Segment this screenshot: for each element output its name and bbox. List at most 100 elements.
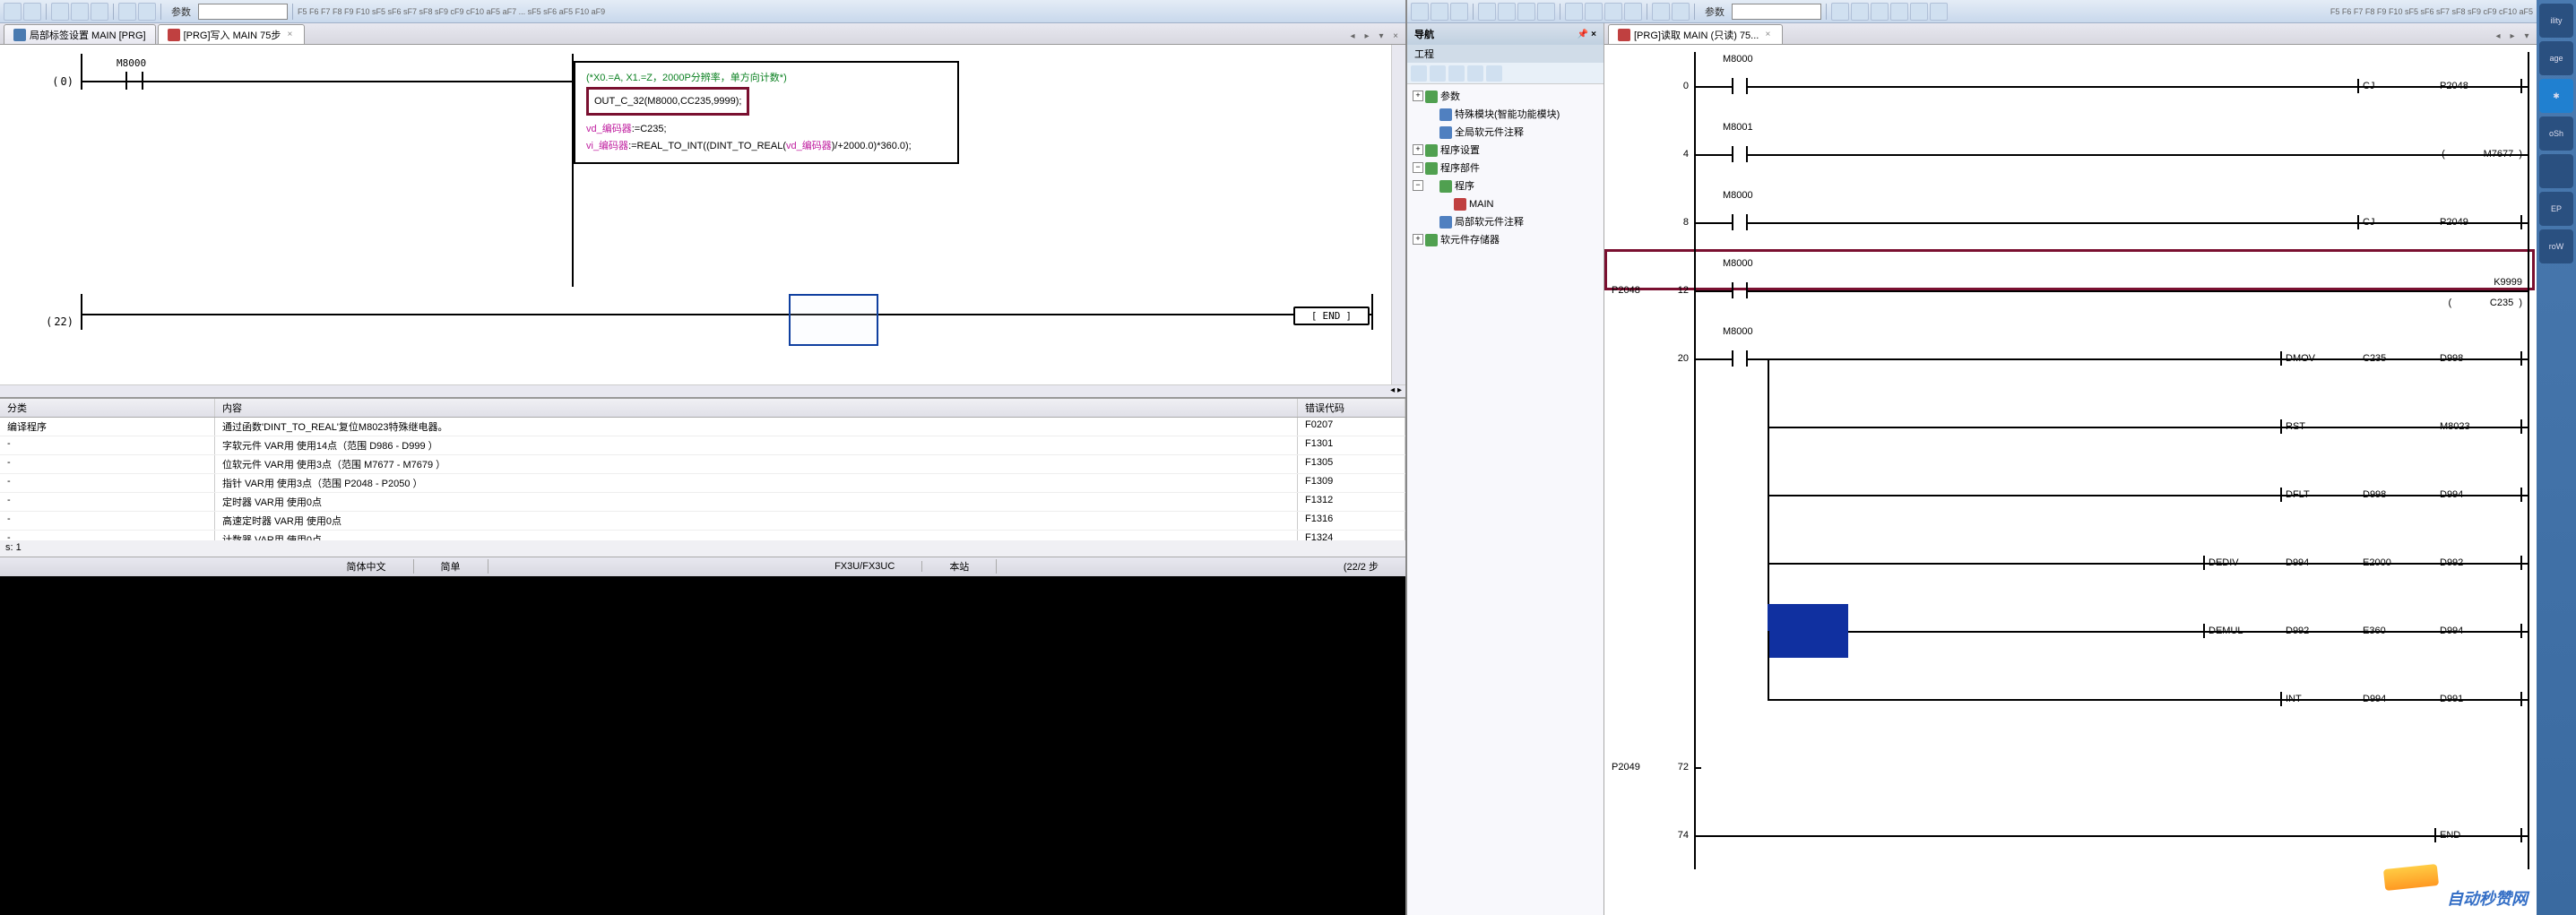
tab-icon bbox=[168, 29, 180, 41]
contact-no[interactable] bbox=[1732, 350, 1748, 367]
grid-col-header[interactable]: 错误代码 bbox=[1298, 399, 1405, 417]
toolbar-btn[interactable] bbox=[1910, 3, 1928, 21]
dock-icon[interactable]: EP bbox=[2539, 192, 2573, 226]
grid-col-header[interactable]: 分类 bbox=[0, 399, 215, 417]
toolbar-btn[interactable] bbox=[1517, 3, 1535, 21]
toolbar-btn[interactable] bbox=[1604, 3, 1622, 21]
toolbar-btn[interactable] bbox=[91, 3, 108, 21]
grid-row[interactable]: -定时器 VAR用 使用0点F1312 bbox=[0, 493, 1405, 512]
rung-body: END bbox=[81, 294, 1373, 330]
toolbar-btn[interactable] bbox=[4, 3, 22, 21]
toolbar-btn[interactable] bbox=[138, 3, 156, 21]
grid-row[interactable]: -位软元件 VAR用 使用3点（范围 M7677 - M7679 ）F1305 bbox=[0, 455, 1405, 474]
contact-no[interactable] bbox=[1732, 146, 1748, 162]
project-tree[interactable]: 参数特殊模块(智能功能模块)全局软元件注释程序设置程序部件程序MAIN局部软元件… bbox=[1407, 84, 1604, 915]
nav-tool-icon[interactable] bbox=[1467, 65, 1483, 82]
toolbar-btn[interactable] bbox=[1565, 3, 1583, 21]
tree-node[interactable]: 局部软元件注释 bbox=[1411, 213, 1600, 231]
dock-icon[interactable]: oSh bbox=[2539, 117, 2573, 151]
nav-tool-icon[interactable] bbox=[1486, 65, 1502, 82]
toolbar-btn[interactable] bbox=[1672, 3, 1690, 21]
code-assign2: vi_编码器:=REAL_TO_INT((DINT_TO_REAL(vd_编码器… bbox=[586, 138, 947, 155]
nav-title: 导航📌 × bbox=[1407, 23, 1604, 45]
nav-tool-icon[interactable] bbox=[1411, 65, 1427, 82]
tab-close-icon[interactable]: × bbox=[1389, 31, 1402, 44]
console-black bbox=[0, 576, 1405, 915]
toolbar-btn[interactable] bbox=[1498, 3, 1516, 21]
dock-icon[interactable]: age bbox=[2539, 41, 2573, 75]
tab-prev-icon[interactable]: ◂ bbox=[1346, 31, 1359, 44]
tree-node[interactable]: 全局软元件注释 bbox=[1411, 124, 1600, 142]
toolbar-btn[interactable] bbox=[1411, 3, 1429, 21]
contact-no[interactable] bbox=[1732, 282, 1748, 298]
param-input[interactable] bbox=[1732, 4, 1821, 20]
grid-col-header[interactable]: 内容 bbox=[215, 399, 1298, 417]
tree-node[interactable]: 程序 bbox=[1411, 177, 1600, 195]
grid-row[interactable]: -字软元件 VAR用 使用14点（范围 D986 - D999 ）F1301 bbox=[0, 436, 1405, 455]
ladder-pane[interactable]: 0 M8000 (*X0.=A, X1.=Z，2000P分辨率，单方向计数*) … bbox=[0, 45, 1391, 384]
tree-node[interactable]: 程序部件 bbox=[1411, 160, 1600, 177]
tree-node[interactable]: 特殊模块(智能功能模块) bbox=[1411, 106, 1600, 124]
selection-cursor bbox=[1768, 604, 1848, 658]
param-input[interactable] bbox=[198, 4, 288, 20]
close-icon[interactable]: × bbox=[1762, 30, 1773, 40]
toolbar-btn[interactable] bbox=[1930, 3, 1948, 21]
watermark: 自动秒赞网 bbox=[2447, 886, 2528, 910]
tree-node[interactable]: 软元件存储器 bbox=[1411, 231, 1600, 249]
rung-step-num: 0 bbox=[18, 75, 81, 88]
toolbar-btn[interactable] bbox=[1652, 3, 1670, 21]
scrollbar-h[interactable]: ◂ ▸ bbox=[0, 384, 1405, 397]
scrollbar-v[interactable] bbox=[1391, 45, 1405, 384]
tab-prg-read[interactable]: [PRG]读取 MAIN (只读) 75...× bbox=[1608, 24, 1783, 44]
toolbar-btn[interactable] bbox=[118, 3, 136, 21]
tab-menu-icon[interactable]: ▾ bbox=[1375, 31, 1387, 44]
tab-menu-icon[interactable]: ▾ bbox=[2520, 31, 2533, 44]
right-toolbar: 参数 F5 F6 F7 F8 F9 F10 sF5 sF6 sF7 sF8 sF… bbox=[1407, 0, 2537, 23]
grid-row[interactable]: -指针 VAR用 使用3点（范围 P2048 - P2050 ）F1309 bbox=[0, 474, 1405, 493]
tab-label-settings[interactable]: 局部标签设置 MAIN [PRG] bbox=[4, 24, 156, 44]
tab-prg-write[interactable]: [PRG]写入 MAIN 75步× bbox=[158, 24, 306, 44]
param-label: 参数 bbox=[1699, 4, 1730, 19]
toolbar-btn[interactable] bbox=[1871, 3, 1889, 21]
pin-icon[interactable]: 📌 × bbox=[1578, 30, 1596, 39]
close-icon[interactable]: × bbox=[284, 30, 295, 40]
tree-node[interactable]: MAIN bbox=[1411, 195, 1600, 213]
grid-body[interactable]: 编译程序通过函数'DINT_TO_REAL'复位M8023特殊继电器。F0207… bbox=[0, 418, 1405, 540]
contact-no[interactable] bbox=[1732, 78, 1748, 94]
toolbar-btn[interactable] bbox=[1890, 3, 1908, 21]
tab-next-icon[interactable]: ▸ bbox=[2506, 31, 2519, 44]
param-label: 参数 bbox=[166, 4, 196, 19]
toolbar-btn[interactable] bbox=[1450, 3, 1468, 21]
st-code-block[interactable]: (*X0.=A, X1.=Z，2000P分辨率，单方向计数*) OUT_C_32… bbox=[574, 61, 959, 164]
toolbar-btn[interactable] bbox=[23, 3, 41, 21]
toolbar-btn[interactable] bbox=[71, 3, 89, 21]
toolbar-btn[interactable] bbox=[1585, 3, 1603, 21]
toolbar-btn[interactable] bbox=[1624, 3, 1642, 21]
dock-icon[interactable]: ility bbox=[2539, 4, 2573, 38]
dock-icon[interactable]: roW bbox=[2539, 229, 2573, 263]
dock-icon[interactable]: ✱ bbox=[2539, 79, 2573, 113]
contact-no[interactable] bbox=[1732, 214, 1748, 230]
toolbar-btn[interactable] bbox=[51, 3, 69, 21]
end-coil: END bbox=[1293, 306, 1370, 325]
toolbar-btn[interactable] bbox=[1851, 3, 1869, 21]
grid-row[interactable]: -高速定时器 VAR用 使用0点F1316 bbox=[0, 512, 1405, 531]
nav-tool-icon[interactable] bbox=[1430, 65, 1446, 82]
tab-next-icon[interactable]: ▸ bbox=[1361, 31, 1373, 44]
toolbar-btn[interactable] bbox=[1537, 3, 1555, 21]
toolbar-btn[interactable] bbox=[1431, 3, 1448, 21]
toolbar-btn[interactable] bbox=[1478, 3, 1496, 21]
dock-icon[interactable] bbox=[2539, 154, 2573, 188]
tree-node[interactable]: 参数 bbox=[1411, 88, 1600, 106]
grid-row[interactable]: 编译程序通过函数'DINT_TO_REAL'复位M8023特殊继电器。F0207 bbox=[0, 418, 1405, 436]
toolbar-btn[interactable] bbox=[1831, 3, 1849, 21]
ladder-read-pane[interactable]: 0M8000CJP20484M8001( M7677 )8M8000CJP204… bbox=[1604, 45, 2537, 915]
tree-node[interactable]: 程序设置 bbox=[1411, 142, 1600, 160]
nav-tool-icon[interactable] bbox=[1448, 65, 1465, 82]
contact-no[interactable] bbox=[125, 72, 143, 90]
ladder-rung: 22 END bbox=[18, 294, 1373, 348]
grid-row[interactable]: -计数器 VAR用 使用0点F1324 bbox=[0, 531, 1405, 540]
status-line: s: 1 bbox=[0, 540, 1405, 557]
right-editor: [PRG]读取 MAIN (只读) 75...× ◂▸▾ 0M8000CJP20… bbox=[1604, 23, 2537, 915]
tab-prev-icon[interactable]: ◂ bbox=[2492, 31, 2504, 44]
